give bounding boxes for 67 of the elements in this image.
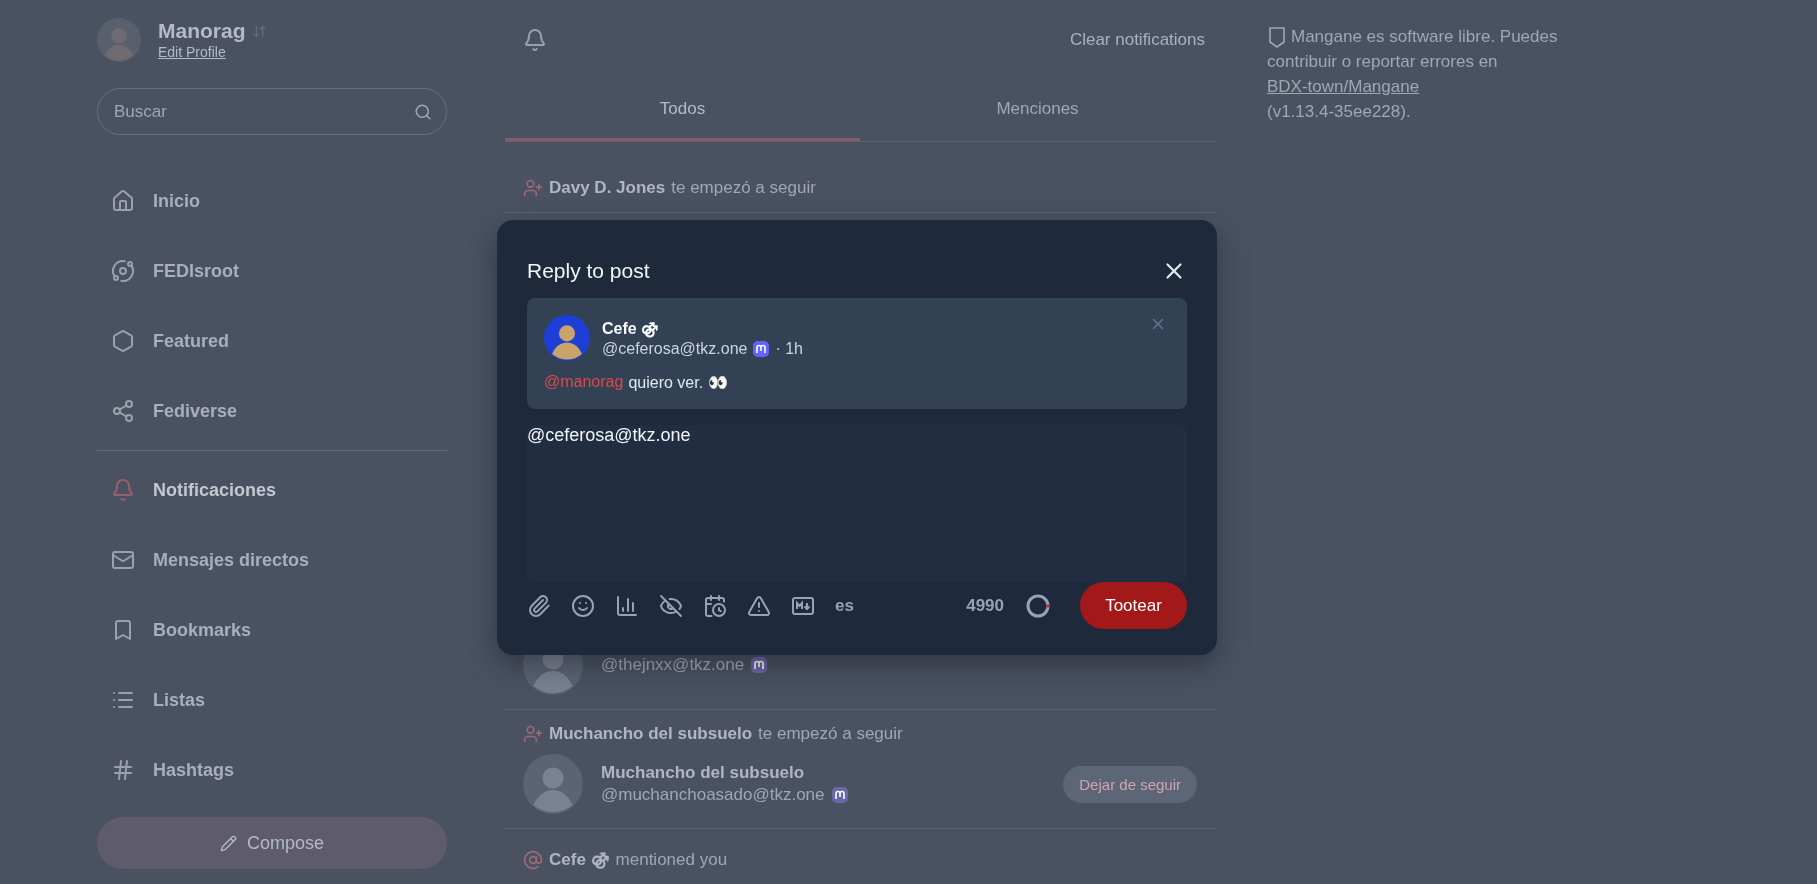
mastodon-icon (830, 786, 849, 804)
hexagon-icon (111, 329, 135, 353)
submit-button[interactable]: Tootear (1080, 582, 1187, 629)
search-input[interactable]: Buscar (112, 100, 414, 123)
dialog-title: Reply to post (527, 259, 650, 283)
nav-item[interactable]: Inicio (97, 166, 447, 236)
language-button[interactable]: es (835, 595, 854, 616)
calendar-clock-icon[interactable] (703, 593, 727, 618)
orbit-icon (111, 259, 135, 283)
compose-button[interactable]: Compose (97, 817, 447, 869)
account-name[interactable]: Muchancho del subsuelo (601, 763, 1046, 783)
emoji-icon[interactable] (571, 593, 595, 618)
author-name: Cefe ⚣ (602, 318, 660, 338)
version-text: (v1.13.4-35ee228). (1267, 101, 1411, 123)
nav-item[interactable]: Bookmarks (97, 595, 447, 665)
warning-icon[interactable] (747, 593, 771, 618)
account-handle: @thejnxx@tkz.one (601, 655, 745, 675)
nav-item[interactable]: Mensajes directos (97, 525, 447, 595)
post-time: · 1h (775, 339, 803, 358)
notification-text: te empezó a seguir (671, 178, 816, 198)
notification-text: te empezó a seguir (758, 724, 903, 744)
bell-icon (111, 478, 135, 502)
unfollow-button[interactable]: Dejar de seguir (1063, 765, 1197, 803)
about-text: contribuir o reportar errores en (1267, 51, 1498, 73)
notification-text: mentioned you (615, 849, 728, 870)
tab[interactable]: Todos (505, 80, 860, 141)
edit-profile-link[interactable]: Edit Profile (158, 44, 226, 60)
nav-item[interactable]: Notificaciones (97, 455, 447, 525)
switch-account-icon[interactable] (251, 23, 267, 39)
user-plus-icon (523, 178, 543, 198)
about-text: Mangane es software libre. Puedes (1291, 26, 1558, 48)
nav-item[interactable]: FEDIsroot (97, 236, 447, 306)
mastodon-icon (750, 656, 769, 674)
paperclip-icon[interactable] (527, 593, 551, 618)
tab[interactable]: Menciones (860, 80, 1215, 141)
reply-field[interactable]: @ceferosa@tkz.one (527, 425, 1187, 582)
user-plus-icon (523, 724, 543, 744)
mention-link[interactable]: @manorag (544, 373, 624, 392)
repository-link[interactable]: BDX-town/Mangane (1267, 74, 1420, 99)
eye-off-icon[interactable] (659, 593, 683, 618)
author-handle: @ceferosa@tkz.one (602, 339, 748, 358)
bar-chart-icon[interactable] (615, 593, 639, 618)
avatar (97, 18, 141, 62)
avatar (523, 754, 583, 814)
account-handle: @muchanchoasado@tkz.one (601, 785, 825, 805)
nav-item[interactable]: Listas (97, 665, 447, 735)
actor-name[interactable]: Cefe ⚣ (549, 849, 610, 870)
character-counter: 4990 (966, 595, 1004, 616)
profile-name: Manorag (158, 19, 246, 43)
avatar (544, 315, 590, 361)
clear-notifications-button[interactable]: Clear notifications (1059, 20, 1215, 60)
mastodon-icon (752, 339, 771, 358)
nav-item[interactable]: Fediverse (97, 376, 447, 446)
nav-item[interactable]: Featured (97, 306, 447, 376)
bell-icon (523, 28, 547, 52)
nav-item[interactable]: Hashtags (97, 735, 447, 805)
home-icon (111, 189, 135, 213)
hash-icon (111, 758, 135, 782)
pencil-icon (219, 834, 237, 852)
search-icon (414, 102, 432, 121)
actor-name[interactable]: Muchancho del subsuelo (549, 724, 753, 744)
network-icon (111, 399, 135, 423)
post-text: quiero ver. 👀 (628, 373, 728, 392)
shield-logo-icon (1267, 25, 1287, 49)
at-sign-icon (523, 849, 543, 870)
mail-icon (111, 548, 135, 572)
actor-name[interactable]: Davy D. Jones (549, 178, 666, 198)
